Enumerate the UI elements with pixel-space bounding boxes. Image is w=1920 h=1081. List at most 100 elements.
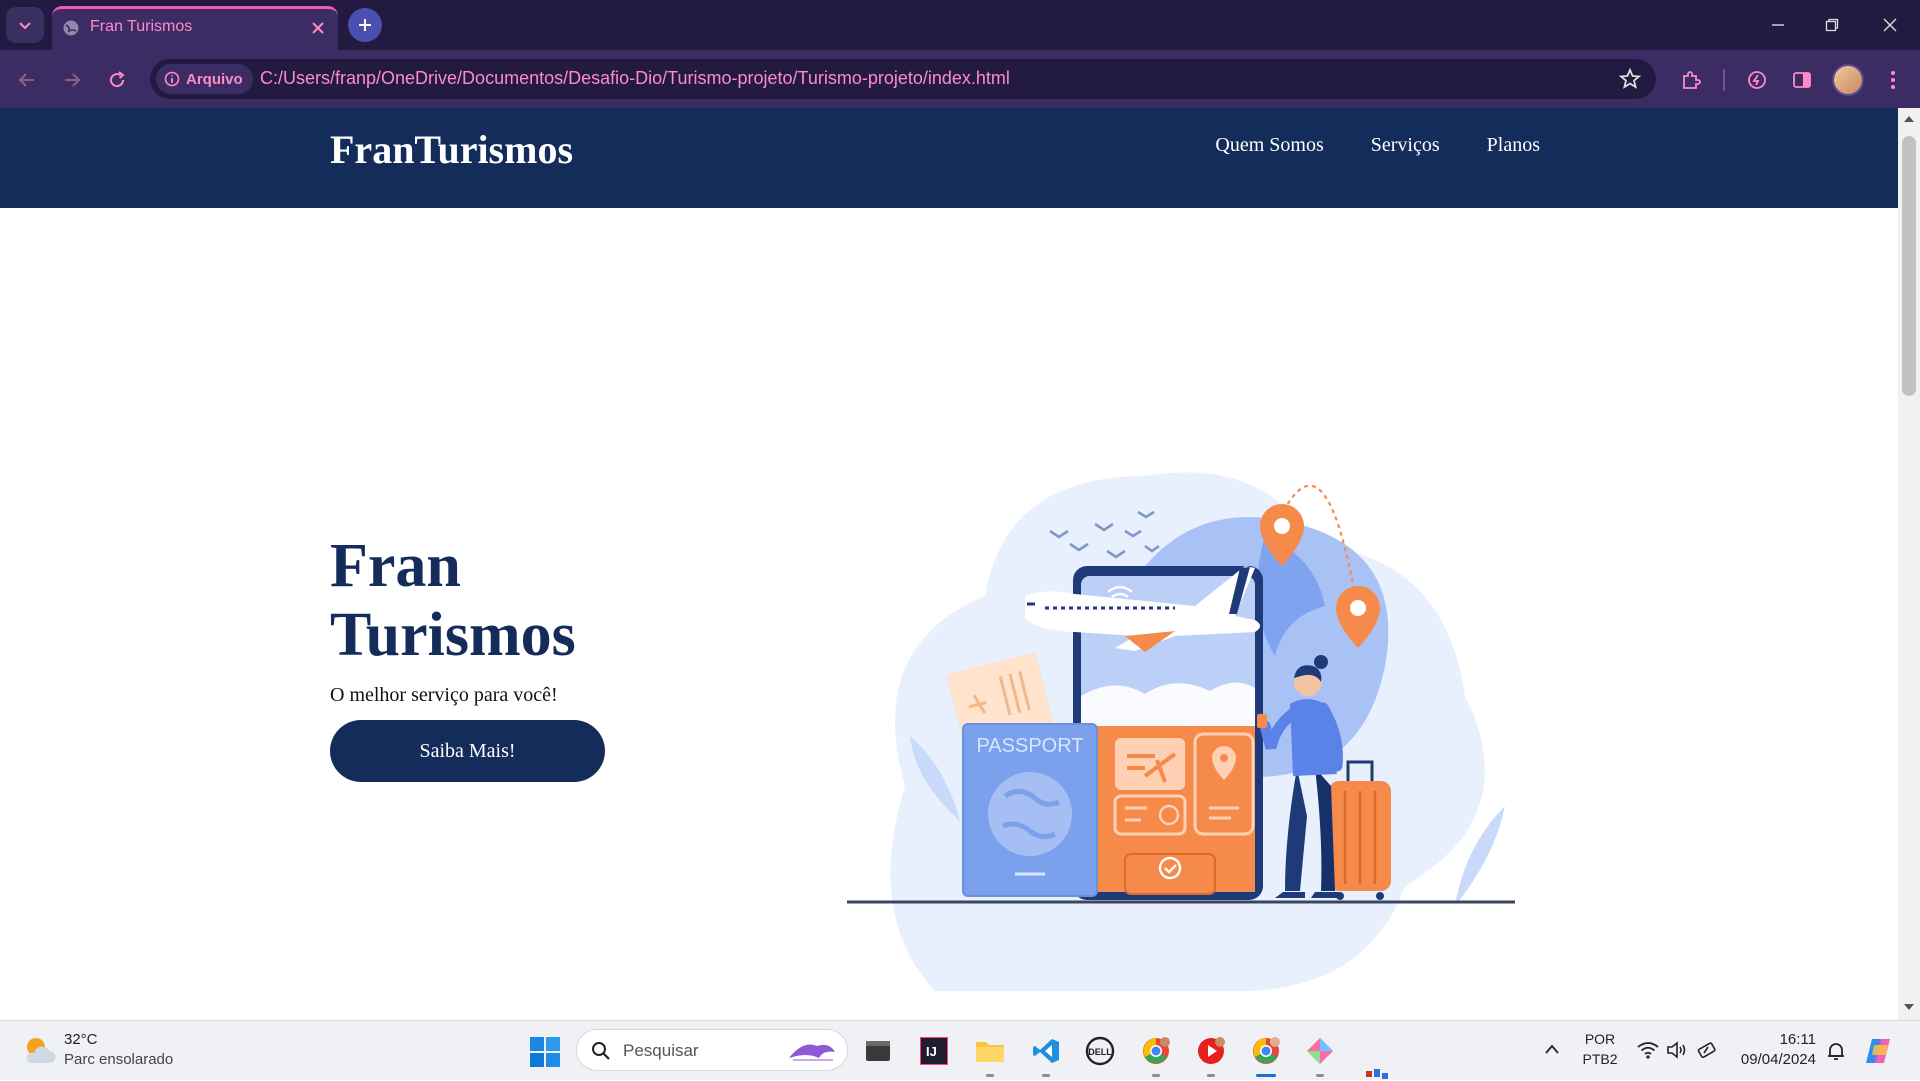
page-scrollbar[interactable]	[1898, 108, 1920, 1020]
chrome-icon	[1253, 1037, 1280, 1064]
reload-icon	[110, 71, 125, 88]
volume-icon[interactable]	[1666, 1041, 1688, 1059]
running-indicator	[1042, 1074, 1050, 1077]
back-button[interactable]	[12, 65, 42, 95]
folder-icon	[976, 1042, 1004, 1062]
nav-link-quem-somos[interactable]: Quem Somos	[1215, 134, 1323, 157]
side-panel-icon	[1793, 72, 1811, 88]
close-icon	[1883, 18, 1897, 32]
puzzle-icon	[1683, 71, 1701, 89]
vscode-icon	[1033, 1039, 1059, 1063]
copilot-icon[interactable]	[1862, 1035, 1894, 1067]
notification-bell-icon[interactable]	[1826, 1041, 1846, 1061]
diamond-app-icon	[1307, 1038, 1333, 1064]
hero-subtitle: O melhor serviço para você!	[330, 684, 558, 706]
minimize-button[interactable]	[1764, 12, 1792, 38]
taskbar-search-placeholder: Pesquisar	[623, 1041, 699, 1060]
nav-link-servicos[interactable]: Serviços	[1371, 134, 1440, 157]
arrow-left-icon	[18, 73, 34, 87]
page-viewport: FranTurismos Quem Somos Serviços Planos …	[0, 108, 1898, 1020]
scroll-down-icon[interactable]	[1904, 1004, 1914, 1012]
network-status-icon	[1366, 1069, 1388, 1079]
taskbar-app-file-explorer[interactable]	[972, 1033, 1008, 1077]
weather-sun-cloud-icon[interactable]	[22, 1035, 56, 1065]
running-indicator	[986, 1074, 994, 1077]
svg-text:IJ: IJ	[926, 1044, 937, 1059]
windows-start-icon[interactable]	[530, 1037, 560, 1067]
restore-icon	[1825, 18, 1839, 32]
browser-tab-active[interactable]: Fran Turismos	[52, 6, 338, 50]
extensions-button[interactable]	[1676, 65, 1706, 95]
close-window-button[interactable]	[1876, 12, 1904, 38]
passport-label: PASSPORT	[976, 735, 1083, 757]
tab-title: Fran Turismos	[90, 18, 193, 35]
nav-link-planos[interactable]: Planos	[1487, 134, 1540, 157]
address-chip-label: Arquivo	[186, 70, 243, 88]
scroll-up-icon[interactable]	[1904, 114, 1914, 122]
taskbar-app-youtube-music[interactable]	[1193, 1033, 1229, 1077]
info-icon	[164, 71, 180, 87]
site-logo[interactable]: FranTurismos	[330, 126, 573, 173]
toolbar-separator	[1723, 69, 1725, 91]
restore-button[interactable]	[1818, 12, 1846, 38]
address-bar[interactable]: Arquivo C:/Users/franp/OneDrive/Document…	[150, 59, 1656, 99]
youtube-music-icon	[1198, 1037, 1225, 1064]
weather-temperature: 32°C	[64, 1031, 98, 1048]
scrollbar-thumb[interactable]	[1902, 136, 1916, 396]
browser-toolbar: Arquivo C:/Users/franp/OneDrive/Document…	[0, 50, 1920, 108]
taskbar: 32°C Parc ensolarado Pesquisar IJ DELL P…	[0, 1020, 1920, 1080]
site-header: FranTurismos Quem Somos Serviços Planos	[0, 108, 1898, 208]
side-panel-button[interactable]	[1787, 65, 1817, 95]
plus-icon	[359, 19, 371, 31]
browser-tab-strip: Fran Turismos	[0, 0, 1920, 50]
taskbar-app-chrome-2[interactable]	[1248, 1033, 1284, 1077]
speed-icon	[1748, 71, 1766, 89]
terminal-icon	[866, 1041, 890, 1061]
svg-text:DELL: DELL	[1088, 1047, 1112, 1057]
forward-button[interactable]	[57, 65, 87, 95]
taskbar-app-terminal[interactable]	[860, 1033, 896, 1069]
star-icon[interactable]	[1618, 67, 1642, 91]
close-icon[interactable]	[308, 18, 328, 38]
browser-menu-button[interactable]	[1878, 65, 1908, 95]
running-indicator	[1316, 1074, 1324, 1077]
hero-title-line-2: Turismos	[330, 601, 576, 669]
travel-illustration: PASSPORT	[847, 472, 1515, 992]
hero-title: Fran Turismos	[330, 532, 750, 670]
more-vertical-icon	[1891, 71, 1895, 89]
chrome-icon	[1143, 1037, 1170, 1064]
new-tab-button[interactable]	[348, 8, 382, 42]
taskbar-app-intellij[interactable]: IJ	[916, 1033, 952, 1069]
search-icon	[592, 1042, 610, 1060]
wifi-icon[interactable]	[1637, 1041, 1659, 1059]
taskbar-app-gitkraken[interactable]	[1302, 1033, 1338, 1077]
profile-avatar[interactable]	[1832, 64, 1864, 96]
arrow-right-icon	[65, 73, 81, 87]
chevron-down-icon	[19, 22, 31, 30]
running-indicator	[1152, 1074, 1160, 1077]
site-info-chip[interactable]: Arquivo	[156, 64, 253, 94]
globe-icon	[63, 20, 79, 36]
running-indicator	[1207, 1074, 1215, 1077]
language-indicator-line2[interactable]: PTB2	[1580, 1051, 1620, 1067]
clock-time[interactable]: 16:11	[1736, 1031, 1816, 1048]
weather-description: Parc ensolarado	[64, 1051, 174, 1068]
taskbar-app-dell[interactable]: DELL	[1082, 1033, 1118, 1069]
battery-icon[interactable]	[1696, 1041, 1718, 1059]
minimize-icon	[1772, 24, 1784, 26]
intellij-icon: IJ	[920, 1037, 948, 1065]
taskbar-app-chrome-1[interactable]	[1138, 1033, 1174, 1077]
clock-date[interactable]: 09/04/2024	[1726, 1051, 1816, 1068]
taskbar-search-box[interactable]: Pesquisar	[576, 1029, 848, 1071]
active-indicator	[1256, 1074, 1276, 1077]
search-highlight-art-icon	[789, 1044, 835, 1061]
language-indicator-line1[interactable]: POR	[1580, 1031, 1620, 1047]
performance-button[interactable]	[1742, 65, 1772, 95]
site-nav: Quem Somos Serviços Planos	[1215, 134, 1540, 157]
saiba-mais-button[interactable]: Saiba Mais!	[330, 720, 605, 782]
hero-title-line-1: Fran	[330, 532, 461, 600]
taskbar-app-vscode[interactable]	[1028, 1033, 1064, 1077]
tab-search-button[interactable]	[6, 7, 44, 43]
chevron-up-icon[interactable]	[1544, 1043, 1560, 1055]
reload-button[interactable]	[102, 65, 132, 95]
